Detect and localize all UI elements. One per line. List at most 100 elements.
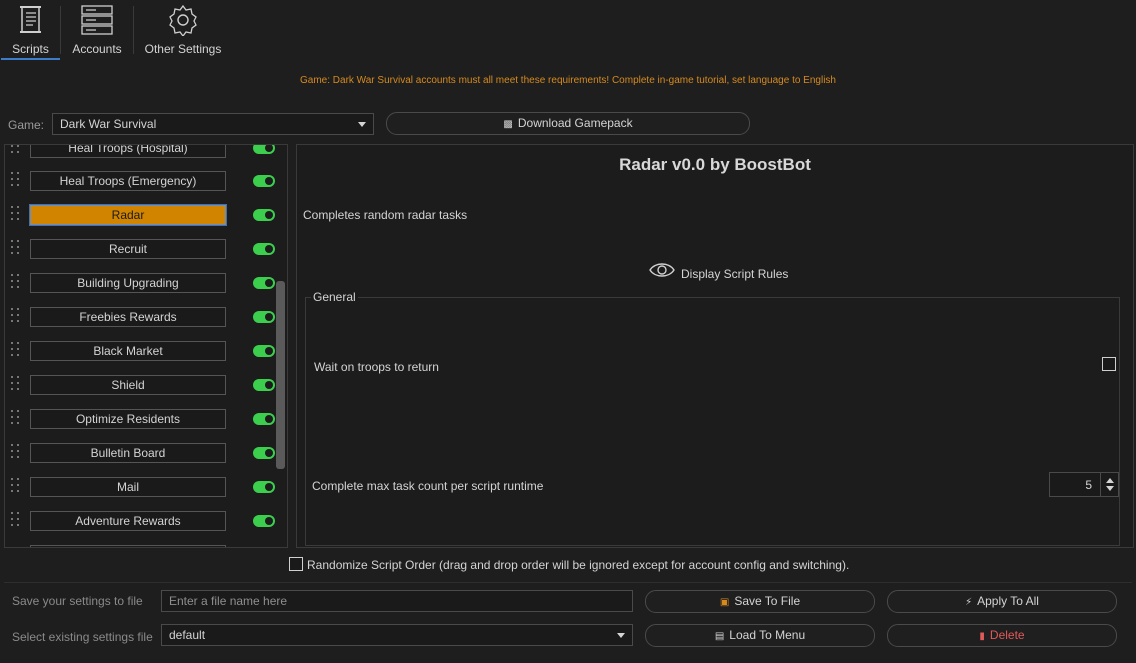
general-group: General Wait on troops to return Complet… — [305, 290, 1120, 546]
script-title: Radar v0.0 by BoostBot — [619, 155, 811, 174]
script-row-partial — [5, 543, 281, 547]
delete-button[interactable]: ▮ Delete — [887, 624, 1117, 647]
divider — [4, 582, 1132, 583]
script-toggle[interactable] — [253, 345, 275, 357]
script-button[interactable]: Freebies Rewards — [30, 307, 226, 327]
script-toggle[interactable] — [253, 175, 275, 187]
drag-handle-icon[interactable] — [11, 308, 21, 326]
script-button-selected[interactable]: Radar — [29, 204, 227, 226]
chevron-down-icon[interactable] — [1106, 486, 1114, 491]
drag-handle-icon[interactable] — [11, 410, 21, 428]
script-row: Bulletin Board — [5, 441, 281, 465]
script-row: Building Upgrading — [5, 271, 281, 295]
game-label: Game: — [8, 118, 45, 132]
drag-handle-icon[interactable] — [11, 444, 21, 462]
max-task-count-label: Complete max task count per script runti… — [312, 479, 544, 493]
script-row: Adventure Rewards — [5, 509, 281, 533]
tab-other-settings[interactable]: Other Settings — [136, 0, 230, 60]
script-button[interactable]: Black Market — [30, 341, 226, 361]
script-row: Mail — [5, 475, 281, 499]
tab-accounts-label: Accounts — [72, 42, 122, 56]
settings-file-select[interactable]: default — [161, 624, 633, 646]
script-toggle[interactable] — [253, 243, 275, 255]
max-task-count-value: 5 — [1085, 478, 1092, 492]
chevron-down-icon — [617, 633, 625, 638]
stepper-arrows[interactable] — [1100, 473, 1118, 496]
drag-handle-icon[interactable] — [11, 206, 21, 224]
group-title: General — [311, 290, 358, 304]
script-row: Heal Troops (Emergency) — [5, 169, 281, 193]
script-row: Optimize Residents — [5, 407, 281, 431]
settings-file-value: default — [169, 628, 206, 642]
drag-handle-icon[interactable] — [11, 172, 21, 190]
file-name-input[interactable]: Enter a file name here — [161, 590, 633, 612]
script-list: Heal Troops (Hospital) Heal Troops (Emer… — [4, 144, 288, 548]
randomize-order-label: Randomize Script Order (drag and drop or… — [307, 558, 850, 572]
script-button[interactable]: Adventure Rewards — [30, 511, 226, 531]
tab-scripts-label: Scripts — [12, 42, 49, 56]
tab-scripts[interactable]: Scripts — [1, 0, 60, 60]
eye-icon — [649, 263, 675, 277]
apply-to-all-button[interactable]: ⚡ Apply To All — [887, 590, 1117, 613]
download-gamepack-button[interactable]: ▩ Download Gamepack — [386, 112, 750, 135]
apply-to-all-label: Apply To All — [977, 594, 1039, 608]
script-list-scrollbar[interactable] — [276, 281, 285, 469]
script-button[interactable] — [30, 545, 226, 547]
floppy-icon: ▣ — [719, 597, 730, 608]
tab-divider — [60, 6, 61, 54]
script-row: Black Market — [5, 339, 281, 363]
game-requirements-notice: Game: Dark War Survival accounts must al… — [300, 75, 836, 86]
script-toggle[interactable] — [253, 379, 275, 391]
tab-accounts[interactable]: Accounts — [64, 0, 130, 60]
scroll-icon — [16, 4, 46, 39]
chevron-up-icon[interactable] — [1106, 478, 1114, 483]
drag-handle-icon[interactable] — [11, 274, 21, 292]
drag-handle-icon[interactable] — [11, 512, 21, 530]
lightning-icon: ⚡ — [965, 597, 973, 608]
download-gamepack-label: Download Gamepack — [517, 116, 633, 130]
script-toggle[interactable] — [253, 311, 275, 323]
trash-icon: ▮ — [979, 631, 985, 642]
script-toggle[interactable] — [253, 515, 275, 527]
script-row: Shield — [5, 373, 281, 397]
drag-handle-icon[interactable] — [11, 240, 21, 258]
download-icon: ▩ — [503, 119, 513, 130]
script-button[interactable]: Bulletin Board — [30, 443, 226, 463]
script-toggle[interactable] — [253, 277, 275, 289]
load-to-menu-button[interactable]: ▤ Load To Menu — [645, 624, 875, 647]
drag-handle-icon[interactable] — [11, 376, 21, 394]
tray-icon: ▤ — [714, 631, 725, 642]
max-task-count-stepper[interactable]: 5 — [1049, 472, 1119, 497]
script-button[interactable]: Shield — [30, 375, 226, 395]
script-button[interactable]: Building Upgrading — [30, 273, 226, 293]
save-to-file-label: Save To File — [734, 594, 801, 608]
script-button[interactable]: Optimize Residents — [30, 409, 226, 429]
load-to-menu-label: Load To Menu — [729, 628, 806, 642]
drag-handle-icon[interactable] — [11, 342, 21, 360]
script-button[interactable]: Mail — [30, 477, 226, 497]
game-select-value: Dark War Survival — [60, 117, 157, 131]
display-script-rules-label: Display Script Rules — [681, 267, 789, 281]
script-toggle[interactable] — [253, 447, 275, 459]
script-toggle[interactable] — [253, 209, 275, 221]
script-button[interactable]: Recruit — [30, 239, 226, 259]
top-tab-bar: Scripts Accounts Other Settings — [0, 0, 1136, 61]
script-row: Heal Troops (Hospital) — [5, 145, 281, 160]
drag-handle-icon[interactable] — [11, 478, 21, 496]
drag-handle-icon[interactable] — [11, 145, 21, 157]
randomize-order-checkbox[interactable] — [289, 557, 303, 571]
script-toggle[interactable] — [253, 481, 275, 493]
select-settings-label: Select existing settings file — [12, 630, 153, 644]
wait-troops-label: Wait on troops to return — [314, 360, 439, 374]
game-select[interactable]: Dark War Survival — [52, 113, 374, 135]
save-to-file-button[interactable]: ▣ Save To File — [645, 590, 875, 613]
tab-other-settings-label: Other Settings — [144, 42, 222, 56]
save-settings-label: Save your settings to file — [12, 594, 143, 608]
script-toggle[interactable] — [253, 413, 275, 425]
wait-troops-checkbox[interactable] — [1102, 357, 1116, 371]
script-detail-panel: Radar v0.0 by BoostBot Completes random … — [296, 144, 1134, 548]
chevron-down-icon — [358, 122, 366, 127]
script-button[interactable]: Heal Troops (Hospital) — [30, 145, 226, 158]
script-toggle[interactable] — [253, 145, 275, 154]
script-button[interactable]: Heal Troops (Emergency) — [30, 171, 226, 191]
